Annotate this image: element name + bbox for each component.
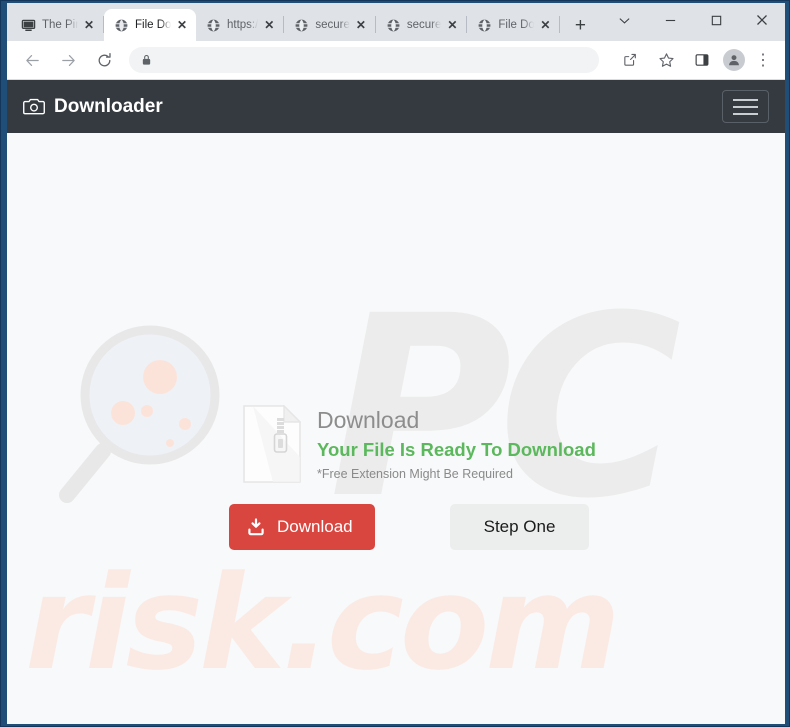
share-icon[interactable] xyxy=(615,45,645,75)
maximize-button[interactable] xyxy=(693,3,739,37)
action-button-row: Download Step One xyxy=(229,504,590,550)
tab-close-icon[interactable]: ✕ xyxy=(81,17,97,33)
browser-tab-0[interactable]: The Pir ✕ xyxy=(11,9,103,41)
new-tab-button[interactable]: + xyxy=(566,11,594,39)
globe-icon xyxy=(386,18,401,33)
watermark-risk: risk.com xyxy=(25,547,621,699)
camera-icon xyxy=(23,97,45,116)
magnifier-icon xyxy=(55,323,245,513)
browser-tab-4[interactable]: secure ✕ xyxy=(376,9,467,41)
web-page: Downloader PC risk.com Download Your Fil… xyxy=(7,80,785,724)
profile-icon[interactable] xyxy=(723,49,745,71)
globe-icon xyxy=(477,18,492,33)
tab-title: File Do xyxy=(498,19,535,31)
browser-tab-5[interactable]: File Do ✕ xyxy=(467,9,559,41)
browser-window-inner: The Pir ✕ File Do ✕ https:/ ✕ secure ✕ s… xyxy=(7,3,785,724)
browser-menu-icon[interactable]: ⋮ xyxy=(751,46,775,74)
browser-tab-1[interactable]: File Do ✕ xyxy=(104,9,196,41)
close-button[interactable] xyxy=(739,3,785,37)
tab-separator xyxy=(559,16,561,33)
tab-title: The Pir xyxy=(42,19,78,31)
side-panel-icon[interactable] xyxy=(687,45,717,75)
download-heading: Download xyxy=(317,407,420,433)
download-text-group: Download Your File Is Ready To Download … xyxy=(317,405,596,482)
site-header: Downloader xyxy=(7,80,785,133)
extension-note: *Free Extension Might Be Required xyxy=(317,466,513,481)
tab-strip: The Pir ✕ File Do ✕ https:/ ✕ secure ✕ s… xyxy=(7,3,785,41)
address-bar[interactable] xyxy=(129,47,599,73)
step-one-button-label: Step One xyxy=(483,517,556,536)
tab-title: secure xyxy=(406,19,442,31)
hamburger-icon[interactable] xyxy=(722,90,769,123)
browser-window: The Pir ✕ File Do ✕ https:/ ✕ secure ✕ s… xyxy=(0,0,790,727)
download-arrow-icon xyxy=(247,518,265,536)
tab-title: File Do xyxy=(135,19,171,31)
monitor-icon xyxy=(21,18,36,33)
lock-icon xyxy=(139,53,153,67)
tab-list: The Pir ✕ File Do ✕ https:/ ✕ secure ✕ s… xyxy=(11,7,594,41)
browser-tab-2[interactable]: https:/ ✕ xyxy=(196,9,283,41)
file-ready-message: Your File Is Ready To Download xyxy=(317,439,596,461)
download-info-block: Download Your File Is Ready To Download … xyxy=(243,404,596,483)
window-controls xyxy=(601,3,785,37)
globe-icon xyxy=(206,18,221,33)
hamburger-bar xyxy=(733,105,758,108)
tab-title: https:/ xyxy=(227,19,259,31)
globe-icon xyxy=(294,18,309,33)
globe-icon xyxy=(114,18,129,33)
reload-icon[interactable] xyxy=(89,45,119,75)
browser-tab-3[interactable]: secure ✕ xyxy=(284,9,375,41)
hamburger-bar xyxy=(733,112,758,115)
minimize-button[interactable] xyxy=(647,3,693,37)
page-content: PC risk.com Download Your File Is Ready … xyxy=(7,133,785,724)
site-brand[interactable]: Downloader xyxy=(23,96,163,118)
site-brand-label: Downloader xyxy=(54,95,163,117)
tab-search-icon[interactable] xyxy=(601,3,647,37)
download-button-label: Download xyxy=(277,517,353,536)
hamburger-bar xyxy=(733,98,758,101)
tab-title: secure xyxy=(315,19,350,31)
step-one-button[interactable]: Step One xyxy=(449,504,590,550)
tab-close-icon[interactable]: ✕ xyxy=(353,17,369,33)
back-arrow-icon[interactable] xyxy=(17,45,47,75)
tab-close-icon[interactable]: ✕ xyxy=(174,17,190,33)
forward-arrow-icon[interactable] xyxy=(53,45,83,75)
toolbar-right-actions: ⋮ xyxy=(605,45,785,75)
star-icon[interactable] xyxy=(651,45,681,75)
browser-toolbar: ⋮ xyxy=(7,41,785,80)
zip-file-icon xyxy=(243,404,302,483)
download-button[interactable]: Download xyxy=(229,504,375,550)
tab-close-icon[interactable]: ✕ xyxy=(537,17,553,33)
tab-close-icon[interactable]: ✕ xyxy=(261,17,277,33)
tab-close-icon[interactable]: ✕ xyxy=(444,17,460,33)
